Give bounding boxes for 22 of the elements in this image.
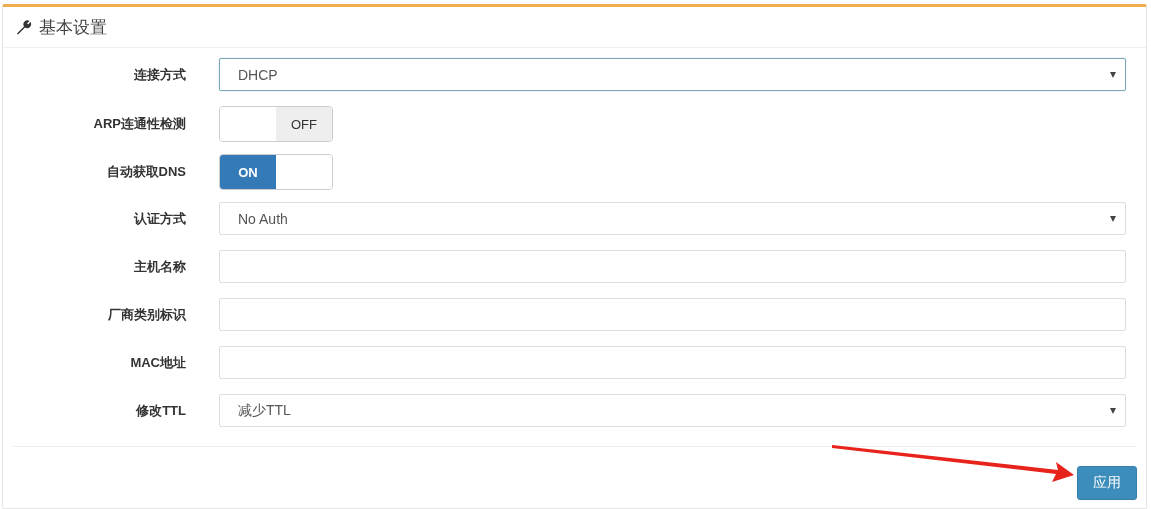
field-label: 主机名称 bbox=[134, 257, 186, 276]
field-label: 厂商类别标识 bbox=[108, 305, 186, 324]
caret-icon bbox=[1110, 72, 1116, 78]
wrench-icon bbox=[15, 19, 32, 35]
toggle-switch[interactable]: ON bbox=[219, 154, 333, 190]
field-label: 认证方式 bbox=[134, 209, 186, 228]
caret-icon bbox=[1110, 216, 1116, 222]
panel-title: 基本设置 bbox=[39, 16, 107, 39]
input-field[interactable] bbox=[219, 250, 1126, 283]
select-field[interactable]: No Auth bbox=[219, 202, 1126, 235]
toggle-switch[interactable]: OFF bbox=[219, 106, 333, 142]
select-field[interactable]: DHCP bbox=[219, 58, 1126, 91]
field-label: MAC地址 bbox=[130, 353, 186, 372]
field-label: ARP连通性检测 bbox=[93, 115, 186, 133]
field-label: 连接方式 bbox=[134, 65, 186, 84]
input-field[interactable] bbox=[219, 346, 1126, 379]
input-field[interactable] bbox=[219, 298, 1126, 331]
caret-icon bbox=[1110, 408, 1116, 414]
field-label: 自动获取DNS bbox=[106, 163, 186, 181]
apply-button[interactable]: 应用 bbox=[1077, 466, 1137, 500]
select-field[interactable]: 减少TTL bbox=[219, 394, 1126, 427]
field-label: 修改TTL bbox=[136, 401, 186, 420]
